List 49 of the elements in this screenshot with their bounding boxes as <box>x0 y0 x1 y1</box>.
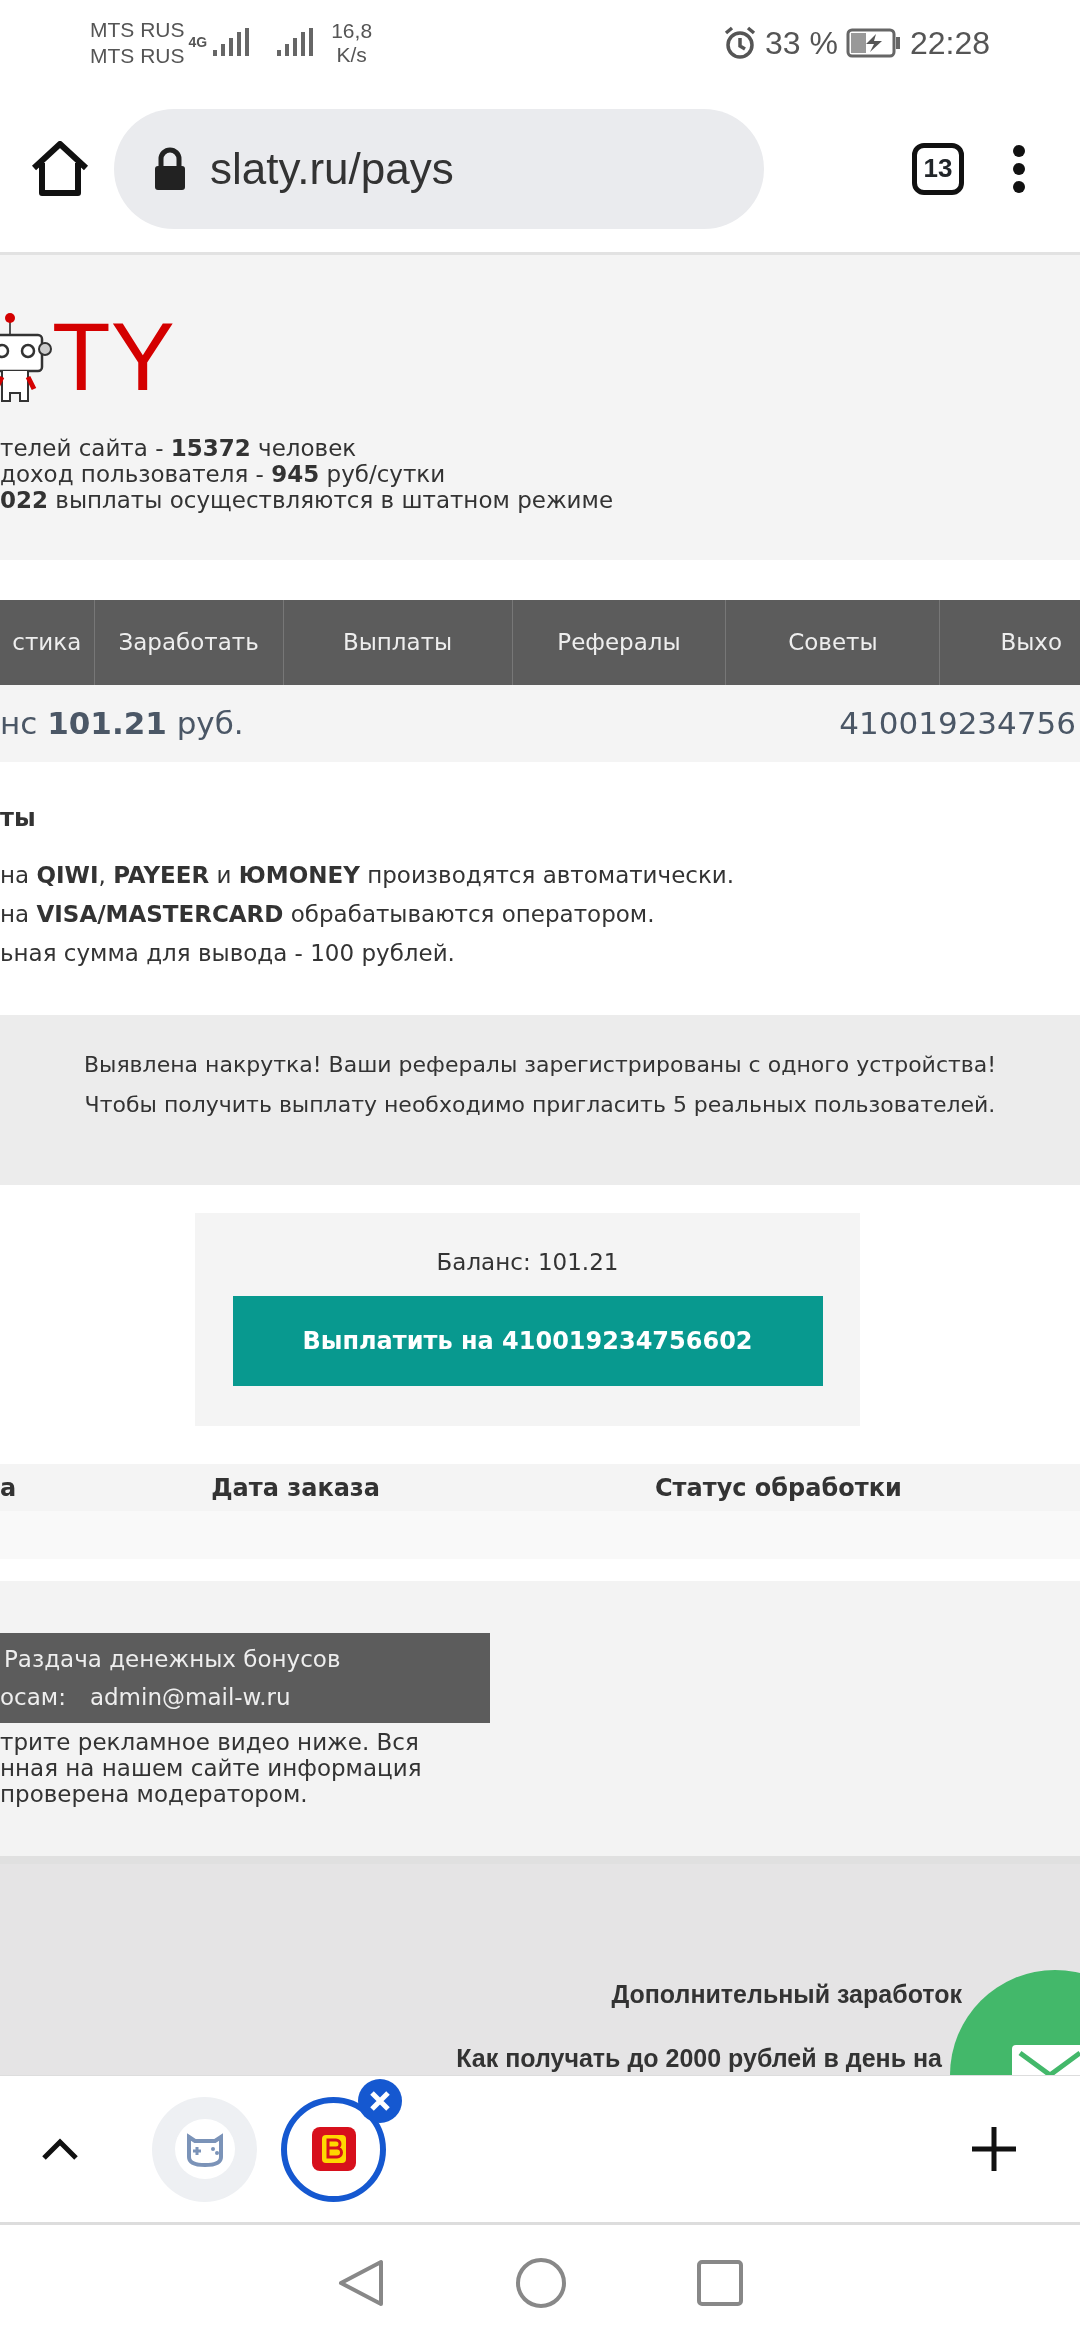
signal-icon <box>275 27 316 58</box>
battery-charging-icon <box>845 27 902 58</box>
wallet-number: 410019234756 <box>839 704 1076 744</box>
home-icon[interactable] <box>30 140 90 197</box>
carrier-name: MTS RUS <box>90 42 185 69</box>
nav-link[interactable]: Выхо <box>940 600 1080 685</box>
column-header: а <box>0 1472 17 1504</box>
menu-icon[interactable] <box>1012 143 1026 194</box>
payout-rule-text: на QIWI, PAYEER и ЮMONEY производятся автоматически. <box>0 861 736 890</box>
notice-text: нная на нашем сайте информация <box>0 1755 423 1781</box>
signal-icon <box>211 27 252 58</box>
payout-rule-text: ьная сумма для вывода - 100 рублей. <box>0 939 456 968</box>
column-header: Дата заказа <box>211 1472 380 1504</box>
tab-count-button[interactable]: 13 <box>912 142 964 195</box>
site-stat-line: телей сайта - 15372 человек <box>0 435 358 461</box>
site-stat-line: доход пользователя - 945 руб/сутки <box>0 461 447 487</box>
notice-text: трите рекламное видео ниже. Вся <box>0 1729 420 1755</box>
recent-apps-icon[interactable] <box>697 2259 743 2306</box>
payout-rule-text: на VISA/MASTERCARD обрабатываются оператором. <box>0 900 656 929</box>
network-type: 4G <box>188 33 208 52</box>
clock-time: 22:28 <box>909 23 990 63</box>
contact-label: осам: <box>0 1683 66 1712</box>
carrier-name: MTS RUS <box>90 16 185 43</box>
speed-unit: K/s <box>335 42 368 67</box>
article-link[interactable]: Как получать до 2000 рублей в день на <box>456 2039 942 2075</box>
site-logo-text: TY <box>52 309 175 405</box>
banner-text: Раздача денежных бонусов <box>3 1645 342 1674</box>
warning-text: Выявлена накрутка! Ваши рефералы зарегистрированы с одного устройства! <box>83 1051 997 1079</box>
plus-icon[interactable] <box>972 2127 1016 2171</box>
alarm-icon <box>723 25 757 60</box>
chevron-up-icon[interactable] <box>40 2136 80 2162</box>
balance-text: Баланс: 101.21 <box>436 1248 619 1277</box>
network-speed: 16,8 <box>331 18 373 43</box>
app-logo-icon <box>311 2127 356 2171</box>
notice-text: проверена модератором. <box>0 1781 309 1807</box>
url-field[interactable]: slaty.ru/pays <box>114 108 764 229</box>
warning-text: Чтобы получить выплату необходимо пригласить 5 реальных пользователей. <box>84 1091 996 1119</box>
lock-icon <box>154 146 186 191</box>
close-icon[interactable] <box>358 2078 402 2123</box>
site-stat-line: 022 выплаты осуществляются в штатном режиме <box>0 487 615 513</box>
section-title: ты <box>0 803 37 834</box>
gamepad-icon <box>174 2119 235 2179</box>
section-title: Дополнительный заработок <box>611 1979 962 2010</box>
battery-percent: 33 % <box>765 23 838 63</box>
back-icon[interactable] <box>337 2257 385 2308</box>
balance-text: нс 101.21 руб. <box>0 704 244 744</box>
contact-email[interactable]: admin@mail-w.ru <box>89 1678 291 1716</box>
column-header: Статус обработки <box>655 1472 902 1504</box>
payout-button[interactable]: Выплатить на 410019234756602 <box>232 1295 823 1386</box>
